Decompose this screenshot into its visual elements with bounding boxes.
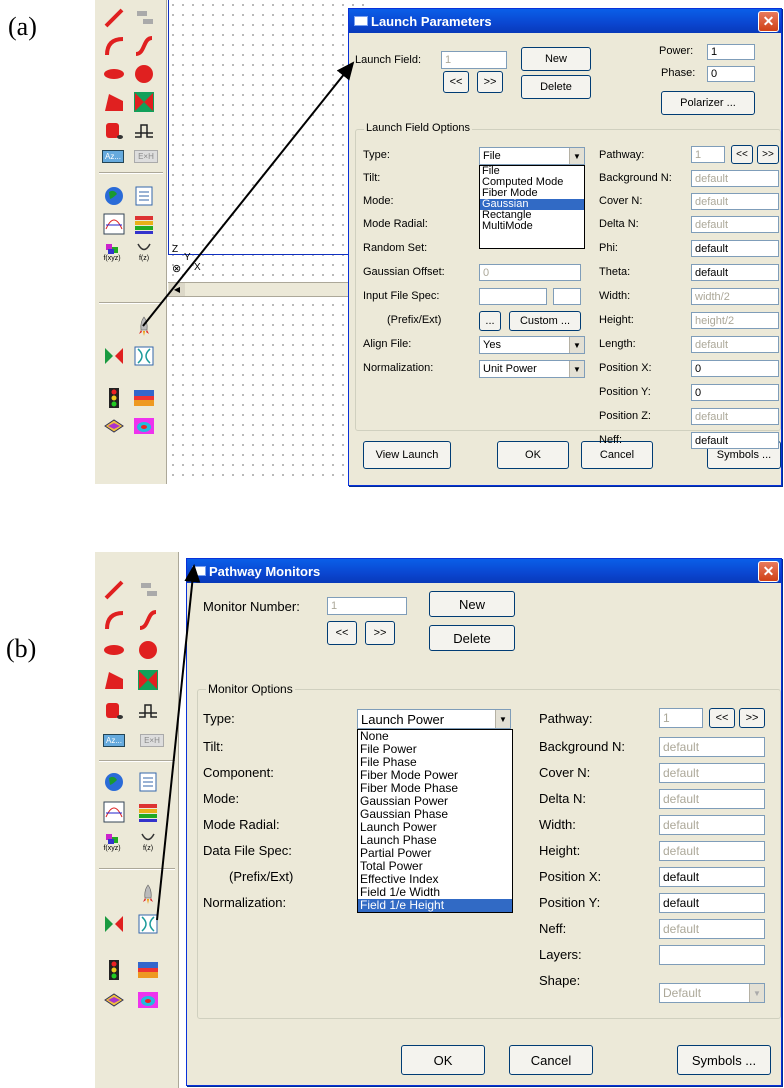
callout-arrow-b <box>156 564 201 921</box>
callout-arrow-a <box>142 61 355 327</box>
